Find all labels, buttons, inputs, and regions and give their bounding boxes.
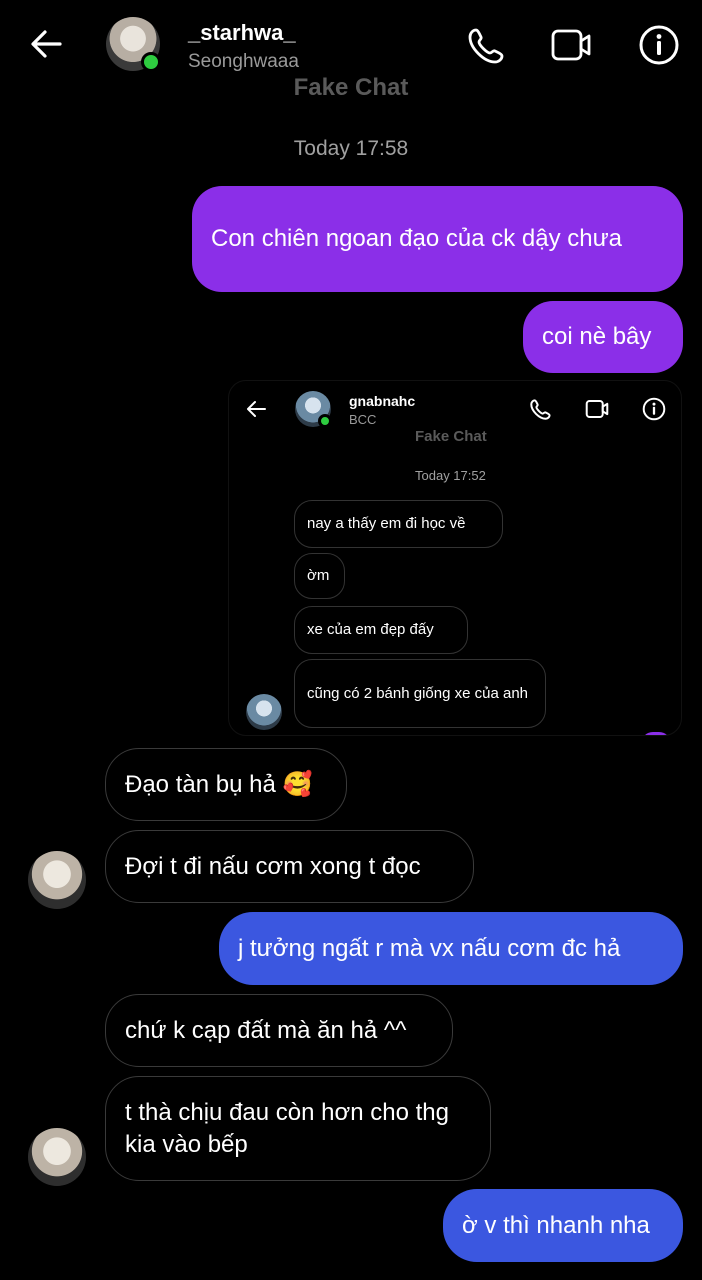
sent-message[interactable]: ờ v thì nhanh nha [443, 1189, 683, 1262]
embedded-received-message: xe của em đẹp đấy [294, 606, 468, 654]
embedded-received-message: cũng có 2 bánh giống xe của anh [294, 659, 546, 728]
shared-screenshot-image[interactable]: gnabnahc BCC Fake Chat Today 17:52 nay a… [228, 380, 682, 736]
message-text: coi nè bây [542, 323, 652, 350]
back-arrow-icon [247, 401, 266, 417]
embedded-received-message: ờm [294, 553, 345, 599]
message-text: Con chiên ngoan đạo của ck dậy chưa [211, 225, 623, 252]
sent-message[interactable]: j tưởng ngất r mà vx nấu cơm đc hả [219, 912, 683, 985]
embedded-sent-bubble-edge [641, 732, 671, 735]
received-message[interactable]: chứ k cạp đất mà ăn hả ^^ [105, 994, 453, 1067]
message-text: ờm [307, 567, 330, 584]
embedded-username: gnabnahc [349, 393, 416, 409]
phone-icon[interactable] [466, 24, 508, 66]
conversation-timestamp: Today 17:58 [293, 137, 409, 160]
message-text: ờ v thì nhanh nha [462, 1211, 650, 1239]
received-message[interactable]: Đợi t đi nấu cơm xong t đọc [105, 830, 474, 903]
video-camera-icon[interactable] [550, 24, 592, 66]
embedded-sender-avatar [246, 694, 282, 730]
embedded-received-message: nay a thấy em đi học về [294, 500, 503, 548]
sender-avatar[interactable] [28, 1128, 86, 1186]
message-text: chứ k cạp đất mà ăn hả ^^ [125, 1016, 407, 1044]
fake-chat-watermark: Fake Chat [293, 74, 409, 101]
received-message[interactable]: t thà chịu đau còn hơn cho thg kia vào b… [105, 1076, 491, 1181]
contact-handle: Seonghwaaa [188, 51, 299, 72]
message-text: j tưởng ngất r mà vx nấu cơm đc hả [238, 934, 621, 962]
fake-chat-watermark: Fake Chat [415, 428, 487, 445]
online-status-dot [141, 52, 161, 72]
message-text: nay a thấy em đi học về [307, 515, 466, 532]
video-camera-icon [585, 400, 609, 418]
conversation-timestamp: Today 17:52 [415, 468, 486, 483]
message-text: xe của em đẹp đấy [307, 621, 434, 638]
info-icon [642, 397, 666, 421]
back-arrow-icon[interactable] [28, 26, 64, 62]
sender-avatar[interactable] [28, 851, 86, 909]
received-message[interactable]: Đạo tàn bụ hả 🥰 [105, 748, 347, 821]
info-icon[interactable] [638, 24, 680, 66]
phone-icon [530, 399, 551, 420]
message-text: t thà chịu đau còn hơn cho thg kia vào b… [125, 1098, 449, 1158]
sent-message[interactable]: Con chiên ngoan đạo của ck dậy chưa [192, 186, 683, 292]
message-text: Đợi t đi nấu cơm xong t đọc [125, 852, 421, 880]
message-text: cũng có 2 bánh giống xe của anh [307, 684, 529, 702]
message-text: Đạo tàn bụ hả 🥰 [125, 770, 313, 798]
online-status-dot [318, 414, 332, 428]
sent-message[interactable]: coi nè bây [523, 301, 683, 373]
embedded-handle: BCC [349, 412, 377, 427]
contact-username[interactable]: _starhwa_ [188, 20, 296, 46]
